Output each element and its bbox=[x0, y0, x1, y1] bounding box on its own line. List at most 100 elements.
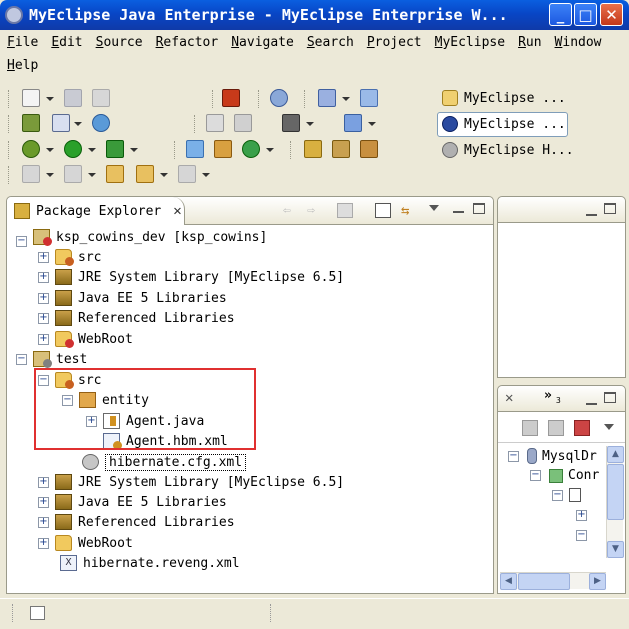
new-class-dropdown-icon[interactable] bbox=[266, 148, 274, 152]
expand-icon[interactable]: + bbox=[38, 476, 49, 488]
new-package-icon[interactable] bbox=[214, 140, 232, 158]
team-icon[interactable] bbox=[22, 114, 40, 132]
view-menu-icon[interactable] bbox=[604, 424, 614, 430]
collapse-icon[interactable]: − bbox=[16, 353, 27, 365]
export-dropdown-icon[interactable] bbox=[74, 122, 82, 126]
horizontal-scrollbar[interactable]: ◀ ▶ bbox=[500, 572, 606, 590]
back-icon[interactable] bbox=[136, 165, 154, 183]
scroll-up-button[interactable]: ▲ bbox=[607, 446, 624, 463]
close-icon[interactable]: ✕ bbox=[505, 390, 513, 406]
scroll-thumb[interactable] bbox=[518, 573, 570, 590]
previous-annotation-icon[interactable] bbox=[64, 165, 82, 183]
minimize-button[interactable]: _ bbox=[549, 3, 572, 26]
tools-dropdown-icon[interactable] bbox=[368, 122, 376, 126]
collapse-icon[interactable]: − bbox=[552, 489, 563, 501]
tree-node-child[interactable]: − bbox=[576, 530, 587, 541]
up-icon[interactable] bbox=[337, 203, 353, 218]
maximize-view-icon[interactable] bbox=[604, 203, 616, 214]
vertical-scrollbar[interactable]: ▲ ▼ bbox=[606, 446, 624, 558]
next-annotation-icon[interactable] bbox=[22, 165, 40, 183]
expand-icon[interactable]: + bbox=[576, 510, 587, 521]
close-button[interactable]: ✕ bbox=[600, 3, 623, 26]
tab-package-explorer[interactable]: Package Explorer ✕ bbox=[7, 197, 185, 225]
maximize-button[interactable]: □ bbox=[574, 3, 597, 26]
expand-icon[interactable]: + bbox=[38, 312, 49, 324]
tree-node-referenced-libraries[interactable]: + Referenced Libraries bbox=[38, 308, 235, 328]
tree-node-project-test[interactable]: − test bbox=[16, 349, 87, 369]
wizard-icon[interactable] bbox=[360, 89, 378, 107]
tree-node-child[interactable]: + bbox=[576, 510, 587, 521]
globe-icon[interactable] bbox=[92, 114, 110, 132]
new-connection-icon[interactable] bbox=[522, 420, 538, 436]
menu-myeclipse[interactable]: MyEclipse bbox=[435, 31, 505, 54]
tree-node-schema[interactable]: − bbox=[552, 488, 585, 502]
export-icon[interactable] bbox=[52, 114, 70, 132]
tree-node-jre-library[interactable]: + JRE System Library [MyEclipse 6.5] bbox=[38, 472, 344, 492]
forward-arrow-icon[interactable]: ⇨ bbox=[307, 203, 323, 218]
tree-node-hibernate-reveng-xml[interactable]: X hibernate.reveng.xml bbox=[60, 553, 240, 573]
minimize-view-icon[interactable] bbox=[453, 203, 464, 213]
close-icon[interactable]: ✕ bbox=[173, 203, 181, 219]
run-server-icon[interactable] bbox=[106, 140, 124, 158]
tree-node-connection[interactable]: − Conr bbox=[530, 468, 599, 483]
expand-icon[interactable]: + bbox=[38, 496, 49, 508]
back-dropdown-icon[interactable] bbox=[160, 173, 168, 177]
print-icon[interactable] bbox=[92, 89, 110, 107]
perspective-myeclipse-database[interactable]: MyEclipse ... bbox=[442, 116, 566, 132]
expand-icon[interactable]: + bbox=[38, 271, 49, 283]
paste-icon[interactable] bbox=[206, 114, 224, 132]
next-annotation-dropdown-icon[interactable] bbox=[46, 173, 54, 177]
previous-annotation-dropdown-icon[interactable] bbox=[88, 173, 96, 177]
debug-dropdown-icon[interactable] bbox=[46, 148, 54, 152]
tree-node-jre-library[interactable]: + JRE System Library [MyEclipse 6.5] bbox=[38, 267, 344, 287]
expand-icon[interactable]: + bbox=[38, 516, 49, 528]
menu-refactor[interactable]: Refactor bbox=[156, 31, 219, 54]
collapse-icon[interactable]: − bbox=[508, 450, 519, 462]
maximize-view-icon[interactable] bbox=[473, 203, 485, 214]
minimize-view-icon[interactable] bbox=[586, 206, 597, 216]
menu-edit[interactable]: Edit bbox=[51, 31, 82, 54]
new-icon[interactable] bbox=[22, 89, 40, 107]
perspective-myeclipse-hibernate[interactable]: MyEclipse H... bbox=[442, 142, 574, 158]
menu-help[interactable]: Help bbox=[7, 54, 38, 77]
search-folder-icon[interactable] bbox=[360, 140, 378, 158]
tree-node-mysql-driver[interactable]: − MysqlDr bbox=[508, 448, 597, 464]
deploy-dropdown-icon[interactable] bbox=[342, 97, 350, 101]
collapse-all-icon[interactable] bbox=[375, 203, 391, 218]
forward-dropdown-icon[interactable] bbox=[202, 173, 210, 177]
eclipse-app-icon[interactable] bbox=[5, 6, 23, 24]
tree-node-webroot[interactable]: + WebRoot bbox=[38, 533, 133, 553]
server-icon[interactable] bbox=[270, 89, 288, 107]
tree-node-hibernate-cfg-xml[interactable]: hibernate.cfg.xml bbox=[82, 452, 247, 472]
pencil-icon[interactable] bbox=[332, 140, 350, 158]
save-icon[interactable] bbox=[64, 89, 82, 107]
forward-icon[interactable] bbox=[178, 165, 196, 183]
new-dropdown-icon[interactable] bbox=[46, 97, 54, 101]
deploy-icon[interactable] bbox=[318, 89, 336, 107]
debug-icon[interactable] bbox=[22, 140, 40, 158]
menu-navigate[interactable]: Navigate bbox=[231, 31, 294, 54]
collapse-icon[interactable]: − bbox=[576, 530, 587, 541]
tree-node-project-ksp-cowins-dev[interactable]: − ksp_cowins_dev [ksp_cowins] bbox=[16, 227, 267, 247]
new-class-icon[interactable] bbox=[242, 140, 260, 158]
view-menu-icon[interactable] bbox=[429, 201, 445, 216]
scroll-left-button[interactable]: ◀ bbox=[500, 573, 517, 590]
open-folder-icon[interactable] bbox=[304, 140, 322, 158]
undo-icon[interactable] bbox=[234, 114, 252, 132]
maximize-view-icon[interactable] bbox=[604, 392, 616, 403]
menu-search[interactable]: Search bbox=[307, 31, 354, 54]
tree-node-javaee-libraries[interactable]: + Java EE 5 Libraries bbox=[38, 288, 227, 308]
new-project-icon[interactable] bbox=[186, 140, 204, 158]
last-edit-icon[interactable] bbox=[106, 165, 124, 183]
back-arrow-icon[interactable]: ⇦ bbox=[283, 203, 299, 218]
open-type-icon[interactable] bbox=[222, 89, 240, 107]
run-dropdown-icon[interactable] bbox=[88, 148, 96, 152]
run-icon[interactable] bbox=[64, 140, 82, 158]
menu-run[interactable]: Run bbox=[518, 31, 541, 54]
link-with-editor-icon[interactable]: ⇆ bbox=[401, 203, 417, 219]
tree-node-javaee-libraries[interactable]: + Java EE 5 Libraries bbox=[38, 492, 227, 512]
camera-dropdown-icon[interactable] bbox=[306, 122, 314, 126]
tree-node-webroot[interactable]: + WebRoot bbox=[38, 329, 133, 349]
connect-icon[interactable] bbox=[548, 420, 564, 436]
minimize-view-icon[interactable] bbox=[586, 395, 597, 405]
